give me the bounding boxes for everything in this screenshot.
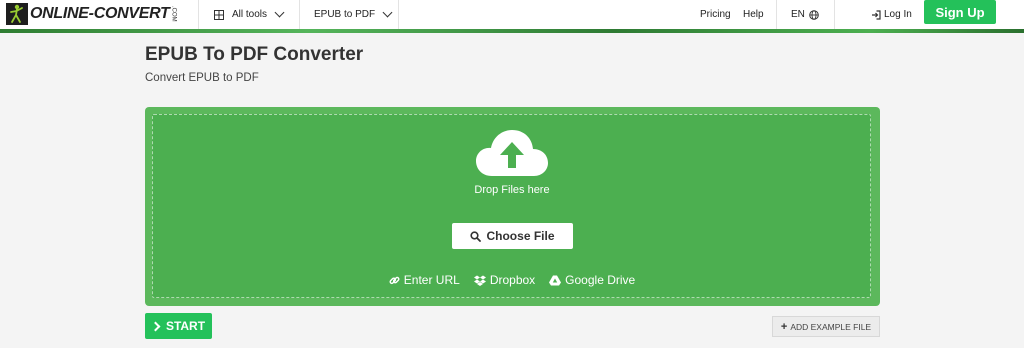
- language-label: EN: [791, 9, 805, 20]
- help-link[interactable]: Help: [743, 0, 764, 29]
- start-label: START: [165, 319, 206, 333]
- chevron-right-icon: [150, 321, 161, 331]
- plus-icon: +: [780, 320, 788, 333]
- globe-icon: [809, 9, 819, 20]
- login-icon: [872, 9, 881, 20]
- drop-files-text: Drop Files here: [474, 184, 550, 196]
- nav-divider: [398, 0, 399, 29]
- cloud-upload-icon: [476, 130, 548, 176]
- nav-divider: [776, 0, 777, 29]
- nav-divider: [299, 0, 300, 29]
- all-tools-label: All tools: [232, 9, 268, 20]
- top-navbar: ONLINE-CONVERT .COM All tools EPUB to PD…: [0, 0, 1024, 29]
- choose-file-button[interactable]: Choose File: [452, 223, 573, 249]
- logo-mark-icon: [6, 3, 28, 25]
- dropbox-label: Dropbox: [489, 273, 536, 287]
- file-source-options: Enter URL Dropbox Google Drive: [152, 273, 872, 287]
- google-drive-icon: [549, 275, 562, 285]
- site-logo[interactable]: ONLINE-CONVERT .COM: [6, 2, 177, 26]
- logo-com: .COM: [170, 6, 177, 22]
- search-icon: [470, 230, 482, 242]
- pricing-label: Pricing: [700, 9, 731, 20]
- google-drive-link[interactable]: Google Drive: [549, 273, 635, 287]
- logo-text: ONLINE-CONVERT: [30, 5, 170, 22]
- login-label: Log In: [884, 9, 912, 20]
- page-subtitle: Convert EPUB to PDF: [145, 72, 259, 84]
- epub-to-pdf-label: EPUB to PDF: [314, 9, 376, 20]
- login-link[interactable]: Log In: [871, 0, 912, 29]
- choose-file-label: Choose File: [486, 229, 555, 243]
- dropbox-link[interactable]: Dropbox: [473, 273, 536, 287]
- epub-to-pdf-menu[interactable]: EPUB to PDF: [314, 0, 393, 29]
- dropbox-icon: [473, 275, 486, 286]
- nav-divider: [834, 0, 835, 29]
- enter-url-label: Enter URL: [403, 273, 460, 287]
- google-drive-label: Google Drive: [565, 273, 636, 287]
- page-title: EPUB To PDF Converter: [145, 44, 364, 65]
- pricing-link[interactable]: Pricing: [700, 0, 731, 29]
- header-accent-stripe: [0, 29, 1024, 33]
- all-tools-menu[interactable]: All tools: [214, 0, 285, 29]
- grid-icon: [214, 9, 224, 20]
- enter-url-link[interactable]: Enter URL: [389, 273, 460, 287]
- chevron-down-icon: [382, 7, 393, 18]
- signup-button[interactable]: Sign Up: [924, 0, 996, 24]
- language-selector[interactable]: EN: [791, 0, 819, 29]
- chevron-down-icon: [274, 7, 285, 18]
- start-button[interactable]: START: [145, 313, 212, 339]
- nav-divider: [198, 0, 199, 29]
- help-label: Help: [743, 9, 764, 20]
- add-example-file-button[interactable]: + ADD EXAMPLE FILE: [772, 316, 880, 337]
- link-icon: [389, 276, 400, 284]
- add-example-label: ADD EXAMPLE FILE: [790, 321, 872, 332]
